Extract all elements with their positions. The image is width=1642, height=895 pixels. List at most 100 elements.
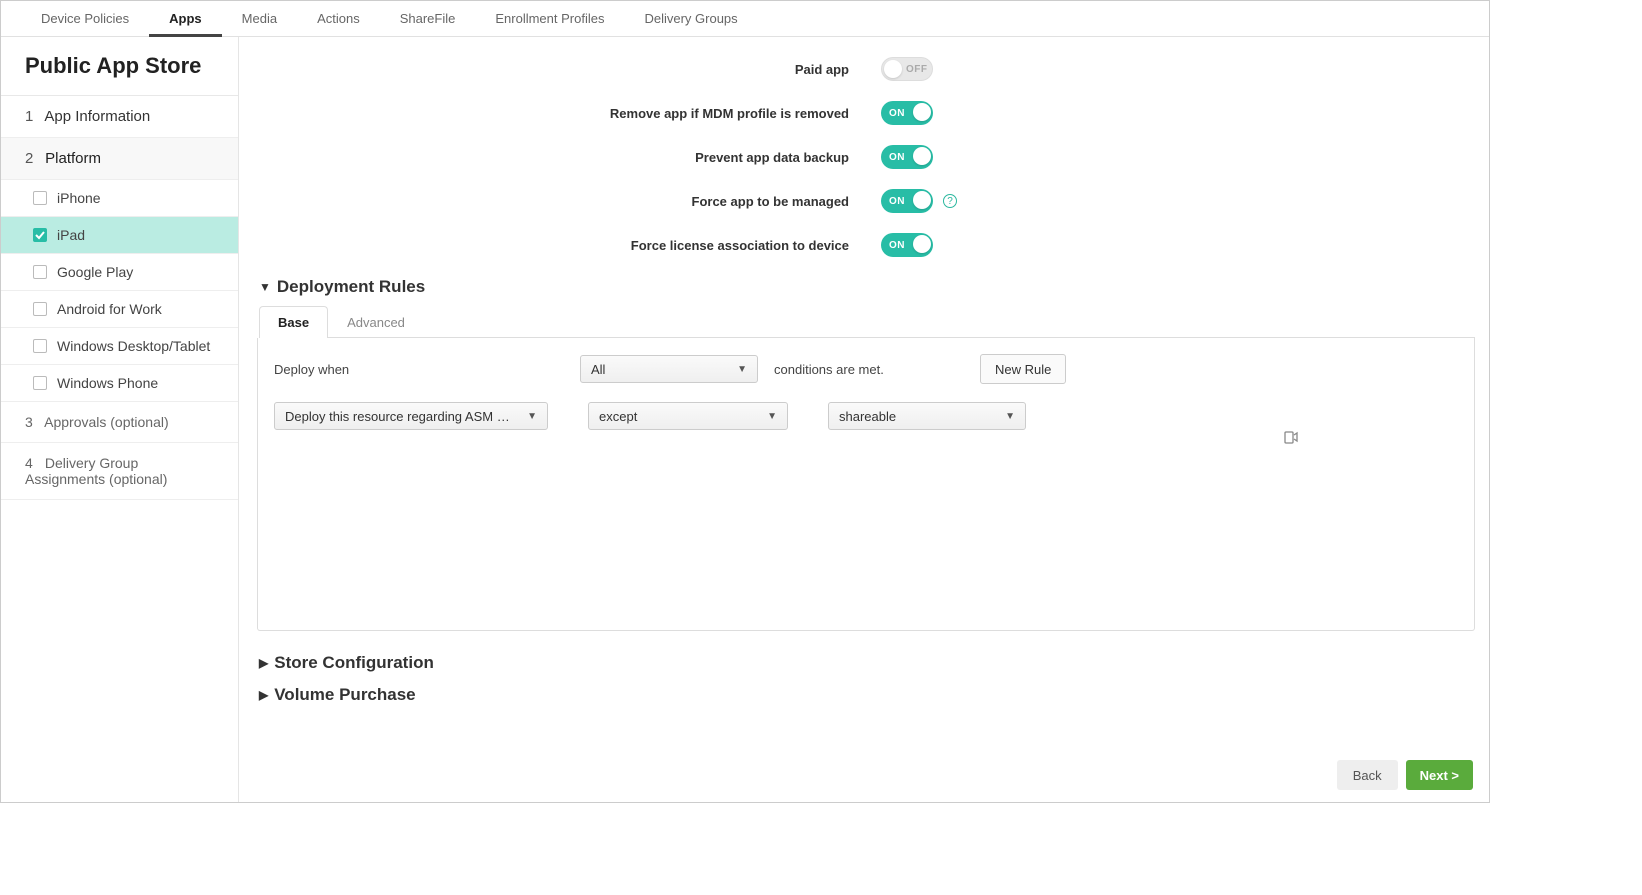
platform-iphone[interactable]: iPhone xyxy=(1,180,238,217)
next-button[interactable]: Next > xyxy=(1406,760,1473,790)
step-number: 4 xyxy=(25,455,41,471)
tab-sharefile[interactable]: ShareFile xyxy=(380,1,476,37)
help-icon[interactable]: ? xyxy=(943,194,957,208)
toggle-knob-icon xyxy=(884,60,902,78)
deploy-when-line: Deploy when All ▼ conditions are met. Ne… xyxy=(274,354,1458,384)
select-rule-resource[interactable]: Deploy this resource regarding ASM … ▼ xyxy=(274,402,548,430)
step-label: Approvals (optional) xyxy=(44,414,169,430)
deploy-when-label: Deploy when xyxy=(274,362,564,377)
checkbox-icon[interactable] xyxy=(33,302,47,316)
step-app-information[interactable]: 1 App Information xyxy=(1,96,238,138)
select-all-any[interactable]: All ▼ xyxy=(580,355,758,383)
label-paid-app: Paid app xyxy=(239,62,881,77)
top-nav: Device Policies Apps Media Actions Share… xyxy=(1,1,1489,37)
label-force-managed: Force app to be managed xyxy=(239,194,881,209)
checkbox-icon[interactable] xyxy=(33,376,47,390)
step-number: 2 xyxy=(25,150,41,167)
toggle-prevent-backup[interactable]: ON xyxy=(881,145,933,169)
new-rule-button[interactable]: New Rule xyxy=(980,354,1066,384)
checkbox-icon[interactable] xyxy=(33,265,47,279)
back-button[interactable]: Back xyxy=(1337,760,1398,790)
toggle-knob-icon xyxy=(913,235,931,253)
toggle-knob-icon xyxy=(913,147,931,165)
platform-ipad[interactable]: iPad xyxy=(1,217,238,254)
caret-down-icon: ▼ xyxy=(737,364,747,375)
row-paid-app: Paid app OFF xyxy=(239,57,1489,81)
toggle-remove-mdm[interactable]: ON xyxy=(881,101,933,125)
platform-google-play[interactable]: Google Play xyxy=(1,254,238,291)
step-number: 1 xyxy=(25,108,41,125)
caret-down-icon: ▼ xyxy=(1005,411,1015,422)
toggle-state-text: ON xyxy=(889,152,905,163)
tab-base[interactable]: Base xyxy=(259,306,328,338)
platform-windows-phone[interactable]: Windows Phone xyxy=(1,365,238,402)
row-force-license: Force license association to device ON xyxy=(239,233,1489,257)
conditions-met-label: conditions are met. xyxy=(774,362,964,377)
toggle-force-license[interactable]: ON xyxy=(881,233,933,257)
main-content: Paid app OFF Remove app if MDM profile i… xyxy=(239,37,1489,802)
platform-label: iPhone xyxy=(57,190,101,206)
section-title: Deployment Rules xyxy=(277,277,425,297)
caret-down-icon: ▼ xyxy=(767,411,777,422)
step-approvals[interactable]: 3 Approvals (optional) xyxy=(1,402,238,443)
select-value: shareable xyxy=(839,409,896,424)
platform-windows-desktop-tablet[interactable]: Windows Desktop/Tablet xyxy=(1,328,238,365)
platform-label: Windows Desktop/Tablet xyxy=(57,338,210,354)
section-volume-purchase[interactable]: ▶ Volume Purchase xyxy=(239,679,1489,711)
select-rule-operator[interactable]: except ▼ xyxy=(588,402,788,430)
section-deployment-rules[interactable]: ▼ Deployment Rules xyxy=(239,257,1489,305)
step-platform[interactable]: 2 Platform xyxy=(1,138,238,180)
checkbox-icon[interactable] xyxy=(33,191,47,205)
section-title: Store Configuration xyxy=(274,653,434,673)
platform-label: Windows Phone xyxy=(57,375,158,391)
step-number: 3 xyxy=(25,414,41,430)
section-title: Volume Purchase xyxy=(274,685,415,705)
label-remove-mdm: Remove app if MDM profile is removed xyxy=(239,106,881,121)
platform-label: Android for Work xyxy=(57,301,162,317)
toggle-state-text: ON xyxy=(889,196,905,207)
checkbox-icon[interactable] xyxy=(33,339,47,353)
toggle-state-text: OFF xyxy=(906,64,928,75)
caret-right-icon: ▶ xyxy=(259,688,268,702)
row-force-managed: Force app to be managed ON ? xyxy=(239,189,1489,213)
toggle-paid-app[interactable]: OFF xyxy=(881,57,933,81)
platform-label: Google Play xyxy=(57,264,133,280)
checkbox-icon[interactable] xyxy=(33,228,47,242)
step-label: Platform xyxy=(45,150,101,167)
step-delivery-group-assignments[interactable]: 4 Delivery Group Assignments (optional) xyxy=(1,443,238,500)
footer: Back Next > xyxy=(1337,760,1473,790)
select-rule-value[interactable]: shareable ▼ xyxy=(828,402,1026,430)
caret-down-icon: ▼ xyxy=(527,411,537,422)
section-store-configuration[interactable]: ▶ Store Configuration xyxy=(239,647,1489,679)
remove-rule-icon[interactable] xyxy=(1284,430,1298,449)
page-title: Public App Store xyxy=(1,37,238,96)
deployment-rules-tabs: Base Advanced xyxy=(259,305,1475,338)
tab-actions[interactable]: Actions xyxy=(297,1,380,37)
select-value: Deploy this resource regarding ASM … xyxy=(285,409,510,424)
caret-down-icon: ▼ xyxy=(259,280,271,294)
label-force-license: Force license association to device xyxy=(239,238,881,253)
toggle-force-managed[interactable]: ON xyxy=(881,189,933,213)
tab-advanced[interactable]: Advanced xyxy=(328,306,424,338)
deployment-rules-body: Deploy when All ▼ conditions are met. Ne… xyxy=(257,338,1475,631)
label-prevent-backup: Prevent app data backup xyxy=(239,150,881,165)
platform-label: iPad xyxy=(57,227,85,243)
select-value: All xyxy=(591,362,605,377)
tab-enrollment-profiles[interactable]: Enrollment Profiles xyxy=(475,1,624,37)
toggle-state-text: ON xyxy=(889,108,905,119)
caret-right-icon: ▶ xyxy=(259,656,268,670)
toggle-knob-icon xyxy=(913,103,931,121)
step-label: Delivery Group Assignments (optional) xyxy=(25,455,167,487)
tab-delivery-groups[interactable]: Delivery Groups xyxy=(624,1,757,37)
row-prevent-backup: Prevent app data backup ON xyxy=(239,145,1489,169)
toggle-state-text: ON xyxy=(889,240,905,251)
tab-media[interactable]: Media xyxy=(222,1,297,37)
row-remove-mdm: Remove app if MDM profile is removed ON xyxy=(239,101,1489,125)
tab-apps[interactable]: Apps xyxy=(149,1,222,37)
platform-android-for-work[interactable]: Android for Work xyxy=(1,291,238,328)
tab-device-policies[interactable]: Device Policies xyxy=(21,1,149,37)
toggle-knob-icon xyxy=(913,191,931,209)
select-value: except xyxy=(599,409,637,424)
sidebar: Public App Store 1 App Information 2 Pla… xyxy=(1,37,239,802)
step-label: App Information xyxy=(44,108,150,125)
